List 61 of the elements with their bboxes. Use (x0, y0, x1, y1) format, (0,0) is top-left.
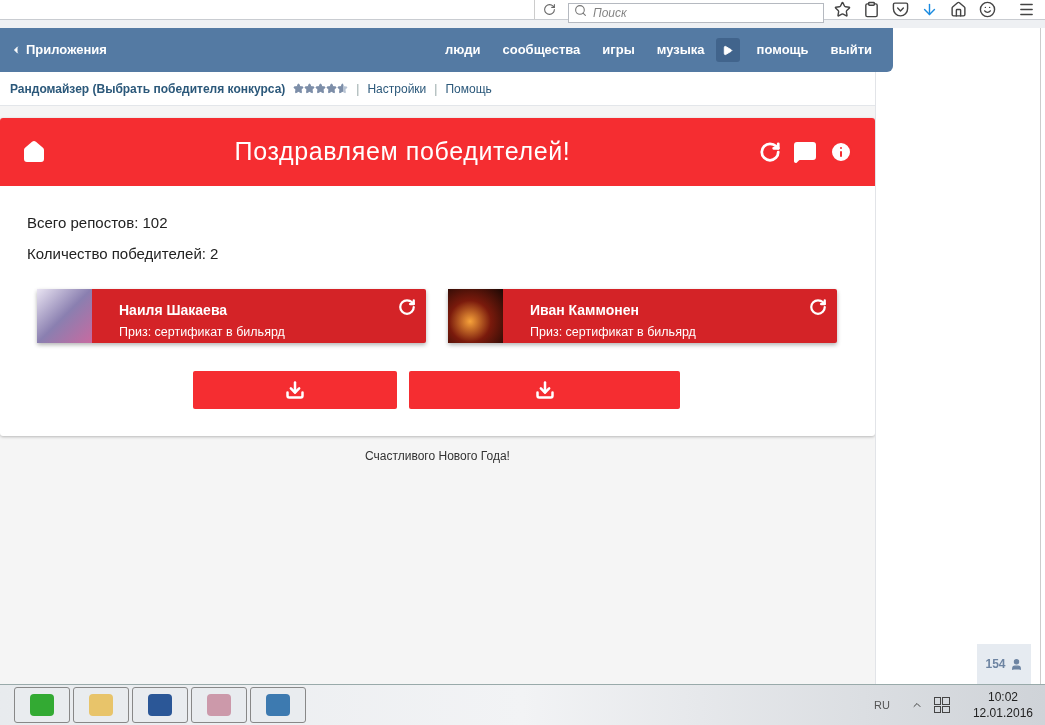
download-icon (285, 380, 305, 400)
download-icon[interactable] (921, 1, 938, 18)
winner-name: Наиля Шакаева (119, 301, 229, 320)
windows-icon[interactable] (933, 697, 950, 713)
taskbar-button[interactable] (132, 687, 188, 723)
bookmark-icon[interactable] (834, 1, 851, 18)
more-button[interactable] (715, 38, 740, 62)
app-link[interactable]: Настройки (367, 79, 427, 98)
star-icon (293, 83, 305, 94)
refresh-icon[interactable] (759, 141, 781, 163)
apps-back-link[interactable]: Приложения (0, 40, 107, 60)
taskbar-button[interactable] (191, 687, 247, 723)
app-link[interactable]: Помощь (445, 79, 492, 98)
taskbar-button[interactable] (250, 687, 306, 723)
clock[interactable]: 10:02 12.01.2016 (972, 689, 1033, 721)
nav-link[interactable]: музыка (645, 40, 716, 60)
nav-link[interactable]: люди (434, 40, 492, 60)
refresh-icon[interactable] (809, 298, 827, 316)
play-icon (722, 44, 734, 56)
nav-link[interactable]: игры (591, 40, 646, 60)
nav-link[interactable]: помощь (745, 40, 820, 60)
photo-placeholder (37, 289, 92, 343)
language-indicator[interactable]: RU (874, 696, 890, 714)
app-icon (89, 694, 113, 716)
prize-text: Приз: сертификат в бильярд (119, 324, 286, 341)
smiley-icon[interactable] (979, 1, 996, 18)
reader-icon[interactable] (863, 1, 880, 18)
search-icon (574, 3, 587, 17)
info-icon[interactable] (829, 140, 853, 164)
app-icon (30, 694, 54, 716)
photo-placeholder (448, 289, 503, 343)
winner-name: Иван Каммонен (530, 301, 640, 320)
banner-title: Поздравляем победителей! (233, 136, 572, 168)
nav-link[interactable]: сообщества (491, 40, 592, 60)
star-icon (315, 83, 327, 94)
download-icon (534, 380, 555, 400)
app-icon (266, 694, 290, 716)
reload-icon (543, 3, 556, 16)
search-field[interactable]: Поиск (568, 2, 824, 23)
person-icon (1009, 657, 1023, 671)
separator: | (356, 80, 360, 98)
star-icon (337, 83, 349, 94)
stat-text: Количество победителей: 2 (27, 243, 220, 264)
star-icon (326, 83, 338, 94)
report-icon[interactable] (793, 140, 817, 164)
app-icon (148, 694, 172, 716)
taskbar-button[interactable] (14, 687, 70, 723)
taskbar-button[interactable] (73, 687, 129, 723)
stat-text: Всего репостов: 102 (27, 213, 169, 233)
prize-text: Приз: сертификат в бильярд (530, 324, 697, 341)
star-icon (304, 83, 316, 94)
refresh-icon[interactable] (398, 298, 416, 316)
online-counter[interactable]: 154 (977, 644, 1031, 684)
home-icon[interactable] (950, 1, 967, 18)
app-icon (207, 694, 231, 716)
footer-text: Счастливого Нового Года! (365, 448, 510, 465)
nav-link[interactable]: выйти (819, 40, 883, 60)
pocket-icon[interactable] (892, 1, 909, 18)
app-title: Рандомайзер (Выбрать победителя конкурса) (10, 80, 286, 98)
menu-icon[interactable] (1018, 1, 1035, 18)
separator: | (434, 80, 438, 98)
